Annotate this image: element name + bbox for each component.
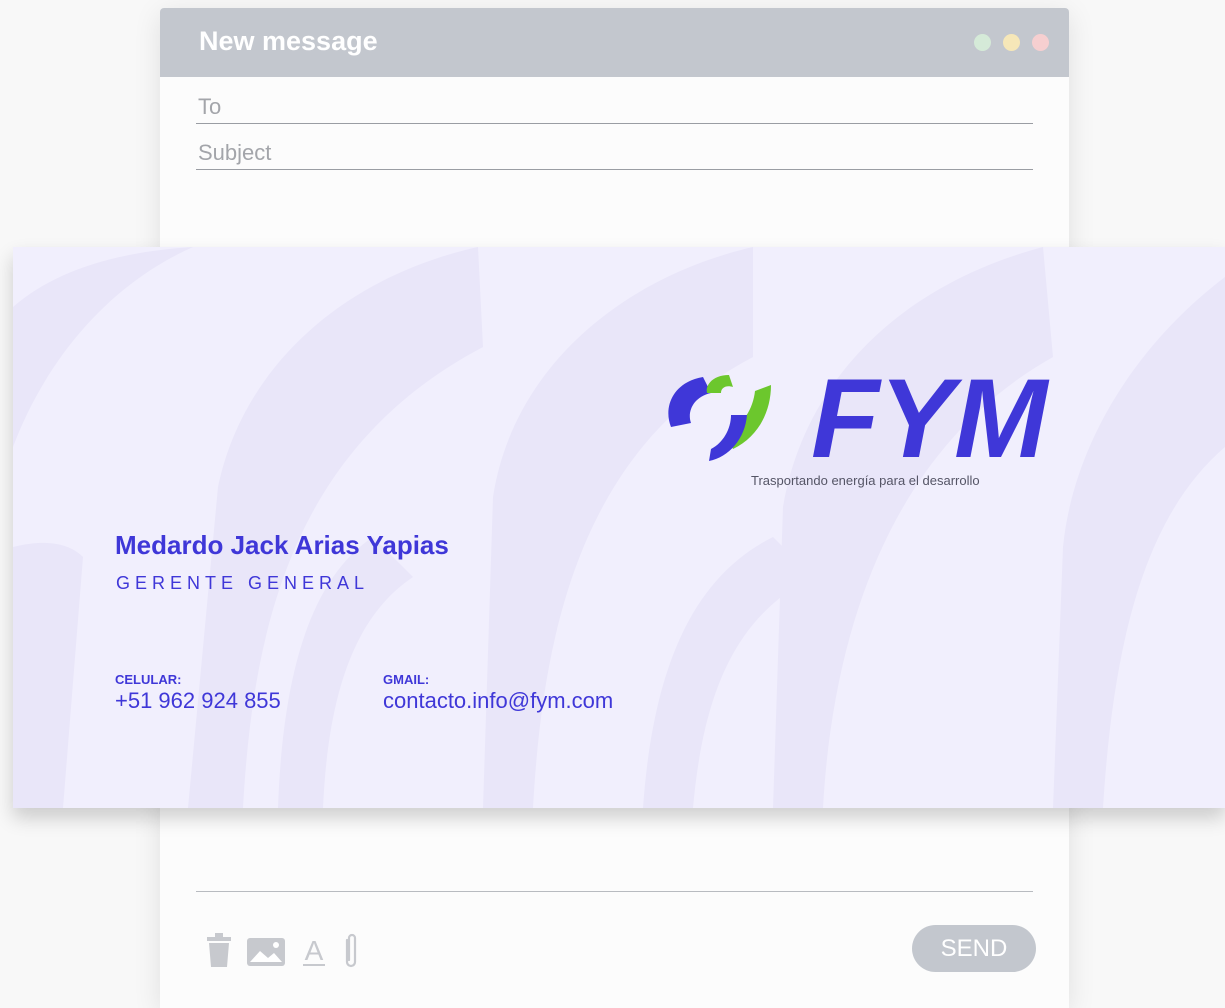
title-bar: New message	[160, 8, 1069, 77]
logo-wordmark: FYM	[811, 357, 1050, 467]
body-divider	[196, 891, 1033, 892]
maximize-dot[interactable]	[974, 34, 991, 51]
image-icon[interactable]	[246, 937, 286, 972]
background-pattern	[13, 247, 1225, 808]
email-value[interactable]: contacto.info@fym.com	[383, 688, 613, 714]
minimize-dot[interactable]	[1003, 34, 1020, 51]
subject-label: Subject	[198, 140, 272, 165]
trash-icon[interactable]	[206, 933, 232, 974]
window-title: New message	[199, 26, 378, 56]
person-name: Medardo Jack Arias Yapias	[115, 530, 449, 560]
company-tagline: Trasportando energía para el desarrollo	[751, 473, 980, 488]
text-format-icon[interactable]: A	[302, 932, 326, 973]
send-button[interactable]: SEND	[912, 925, 1036, 972]
subject-field[interactable]: Subject	[196, 135, 1033, 170]
fym-logo: FYM	[663, 356, 1113, 481]
phone-label: CELULAR:	[115, 672, 182, 687]
svg-text:A: A	[305, 935, 324, 966]
phone-value[interactable]: +51 962 924 855	[115, 688, 281, 714]
attachment-icon[interactable]	[342, 932, 360, 975]
to-field[interactable]: To	[196, 89, 1033, 124]
person-role: GERENTE GENERAL	[116, 573, 370, 593]
email-label: GMAIL:	[383, 672, 430, 687]
close-dot[interactable]	[1032, 34, 1049, 51]
email-signature-card: FYM Trasportando energía para el desarro…	[13, 247, 1225, 808]
to-label: To	[198, 94, 222, 119]
